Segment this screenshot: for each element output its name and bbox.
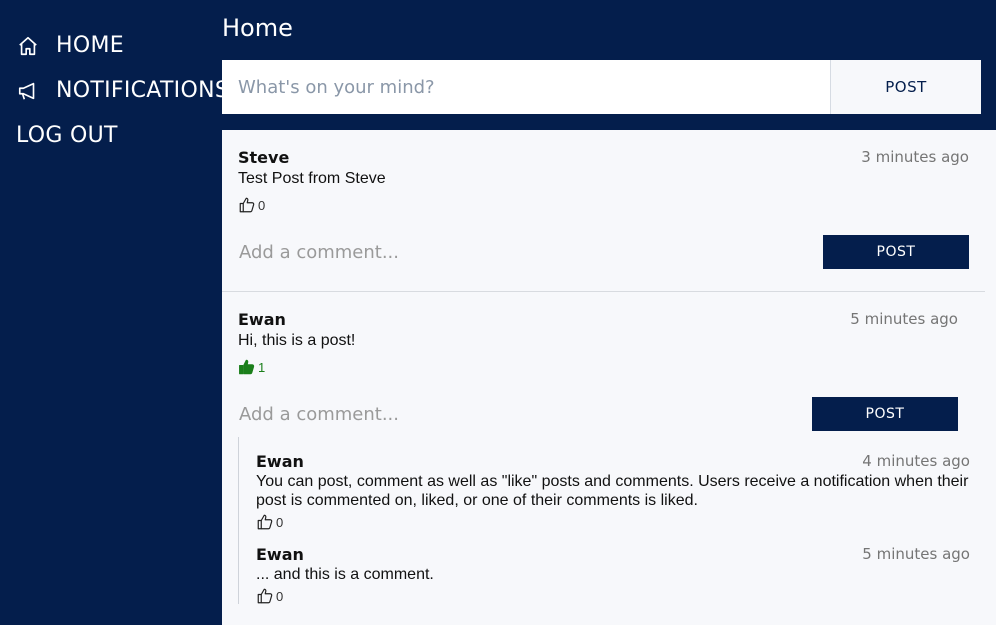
comment-form: POST [238,397,958,431]
comment-post-button[interactable]: POST [823,235,969,269]
sidebar-item-notifications[interactable]: NOTIFICATIONS [16,78,229,103]
like-control[interactable]: 0 [238,196,969,214]
compose-post-button[interactable]: POST [830,60,981,114]
comment-text: ... and this is a comment. [256,566,434,583]
comment-post-button[interactable]: POST [812,397,958,431]
sidebar-item-home[interactable]: HOME [16,33,124,58]
comment-input[interactable] [238,403,812,425]
thumbs-up-icon[interactable] [256,587,274,605]
thumbs-up-filled-icon[interactable] [238,358,256,376]
compose-input[interactable] [222,60,830,114]
thumbs-up-icon[interactable] [256,513,274,531]
like-count: 0 [258,197,266,213]
like-control[interactable]: 0 [256,513,970,531]
comment-thread: Ewan 4 minutes ago You can post, comment… [238,437,970,604]
thumbs-up-icon[interactable] [238,196,256,214]
like-count: 0 [276,514,284,530]
feed: Steve 3 minutes ago Test Post from Steve… [222,130,996,625]
sidebar-item-label: LOG OUT [16,123,118,148]
comment-input[interactable] [238,241,823,263]
comment-timestamp: 4 minutes ago [862,452,970,470]
like-count: 1 [258,359,266,375]
megaphone-icon [16,79,40,103]
sidebar-item-label: HOME [56,33,124,58]
comment-timestamp: 5 minutes ago [862,545,970,563]
sidebar-item-logout[interactable]: LOG OUT [16,123,118,148]
sidebar-item-label: NOTIFICATIONS [56,78,230,103]
post-timestamp: 3 minutes ago [861,148,969,166]
sidebar: HOME NOTIFICATIONS LOG OUT [0,0,229,625]
like-control[interactable]: 0 [256,587,970,605]
post-card: Ewan 5 minutes ago Hi, this is a post! 1… [222,291,985,623]
post-author: Steve [238,148,290,167]
compose-bar: POST [222,60,981,114]
comment-text: You can post, comment as well as "like" … [256,473,969,509]
post-card: Steve 3 minutes ago Test Post from Steve… [222,130,996,291]
post-timestamp: 5 minutes ago [850,310,958,328]
like-control[interactable]: 1 [238,358,958,376]
post-text: Test Post from Steve [238,170,386,187]
post-text: Hi, this is a post! [238,332,356,349]
comment-form: POST [238,235,969,269]
page-title: Home [222,14,293,42]
like-count: 0 [276,588,284,604]
home-icon [16,34,40,58]
comment-item: Ewan 5 minutes ago ... and this is a com… [239,545,970,605]
comment-item: Ewan 4 minutes ago You can post, comment… [239,452,970,531]
